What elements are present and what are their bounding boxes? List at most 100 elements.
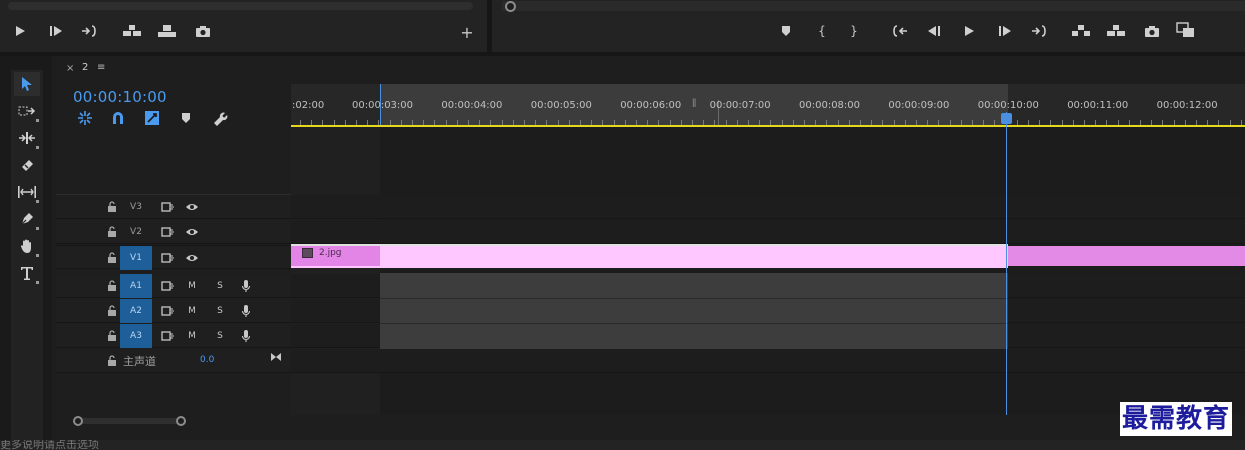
clip-continuation[interactable] xyxy=(1008,246,1245,266)
source-step-forward-button[interactable] xyxy=(45,21,67,41)
panel-menu-icon[interactable]: ≡ xyxy=(97,62,105,73)
track-header-a2[interactable]: A2 M S xyxy=(56,299,291,323)
playhead-line[interactable] xyxy=(1006,112,1007,415)
go-to-end-button[interactable] xyxy=(270,352,282,365)
play-button[interactable] xyxy=(958,21,980,41)
track-name[interactable]: A3 xyxy=(120,324,152,348)
add-marker-button[interactable] xyxy=(775,21,797,41)
hand-tool[interactable] xyxy=(14,234,40,258)
lift-button[interactable] xyxy=(1070,21,1092,41)
mute-button[interactable]: M xyxy=(184,299,200,323)
source-play-button[interactable] xyxy=(9,21,31,41)
source-scrollbar[interactable] xyxy=(8,2,473,10)
program-playhead-handle[interactable] xyxy=(505,1,516,12)
work-area-grip-icon[interactable]: ǁ xyxy=(692,98,696,108)
solo-button[interactable]: S xyxy=(212,299,228,323)
video-clip[interactable] xyxy=(291,244,1008,268)
linked-selection-button[interactable] xyxy=(143,109,161,127)
magnet-icon xyxy=(113,112,123,124)
sync-lock-button[interactable] xyxy=(158,299,178,323)
source-export-frame-button[interactable] xyxy=(192,21,214,41)
timeline-horizontal-scroll[interactable] xyxy=(76,416,1245,426)
source-insert-button[interactable] xyxy=(121,21,143,41)
track-name[interactable]: V2 xyxy=(120,220,152,244)
lock-icon[interactable] xyxy=(106,279,118,293)
selection-tool[interactable] xyxy=(14,72,40,96)
pen-tool[interactable] xyxy=(14,207,40,231)
master-volume-value[interactable]: 0.0 xyxy=(200,355,214,365)
voiceover-button[interactable] xyxy=(238,324,254,348)
sync-lock-icon xyxy=(161,227,174,237)
mute-button[interactable]: M xyxy=(184,324,200,348)
step-forward-button[interactable] xyxy=(994,21,1016,41)
lane-v2[interactable] xyxy=(291,220,1245,244)
sync-lock-button[interactable] xyxy=(158,220,178,244)
sequence-tab[interactable]: 2 xyxy=(82,62,88,73)
sync-lock-button[interactable] xyxy=(158,195,178,219)
zoom-handle-left[interactable] xyxy=(73,416,83,426)
go-to-out-button[interactable] xyxy=(1028,21,1050,41)
track-select-tool[interactable] xyxy=(14,99,40,123)
source-go-to-out-button[interactable] xyxy=(78,21,100,41)
timeline-settings-button[interactable] xyxy=(211,109,229,127)
source-overwrite-button[interactable] xyxy=(156,21,178,41)
razor-tool[interactable] xyxy=(14,153,40,177)
voiceover-button[interactable] xyxy=(238,274,254,298)
solo-button[interactable]: S xyxy=(212,324,228,348)
track-header-a3[interactable]: A3 M S xyxy=(56,324,291,348)
nest-icon xyxy=(78,111,92,125)
toggle-output-button[interactable] xyxy=(182,246,202,270)
export-frame-button[interactable] xyxy=(1141,21,1163,41)
lock-icon[interactable] xyxy=(106,304,118,318)
sync-lock-button[interactable] xyxy=(158,274,178,298)
track-header-v1[interactable]: V1 xyxy=(56,245,291,270)
lock-icon[interactable] xyxy=(106,251,118,265)
snap-button[interactable] xyxy=(109,109,127,127)
track-header-v3[interactable]: V3 xyxy=(56,195,291,219)
zoom-scroll-bar[interactable] xyxy=(78,418,182,424)
ruler-label: 00:00:07:00 xyxy=(709,100,771,111)
lock-icon[interactable] xyxy=(106,225,118,239)
lock-icon[interactable] xyxy=(106,200,118,214)
voiceover-button[interactable] xyxy=(238,299,254,323)
track-header-master[interactable]: 主声道 0.0 xyxy=(56,349,291,373)
slip-tool[interactable] xyxy=(14,180,40,204)
compare-view-button[interactable] xyxy=(1175,20,1197,40)
mark-in-button[interactable]: { xyxy=(811,21,833,41)
solo-button[interactable]: S xyxy=(212,274,228,298)
zoom-handle-right[interactable] xyxy=(176,416,186,426)
mark-out-button[interactable]: } xyxy=(843,21,865,41)
lock-icon[interactable] xyxy=(106,354,118,368)
track-name[interactable]: A1 xyxy=(120,274,152,298)
playhead-timecode[interactable]: 00:00:10:00 xyxy=(73,88,167,106)
add-marker-timeline-button[interactable] xyxy=(177,109,195,127)
track-name[interactable]: A2 xyxy=(120,299,152,323)
sync-lock-button[interactable] xyxy=(158,246,178,270)
add-button[interactable]: + xyxy=(456,22,478,42)
extract-icon xyxy=(1107,25,1125,36)
sync-lock-icon xyxy=(161,202,174,212)
ripple-edit-tool[interactable] xyxy=(14,126,40,150)
program-scrollbar[interactable] xyxy=(502,1,1245,11)
playhead-handle[interactable] xyxy=(1001,113,1012,124)
track-header-v2[interactable]: V2 xyxy=(56,220,291,244)
camera-icon xyxy=(1145,25,1159,37)
toggle-output-button[interactable] xyxy=(182,195,202,219)
track-name[interactable]: V1 xyxy=(120,246,152,270)
lane-v3[interactable] xyxy=(291,195,1245,219)
close-tab-icon[interactable]: × xyxy=(66,63,74,74)
ruler-label: 00:00:03:00 xyxy=(352,100,414,111)
toggle-output-button[interactable] xyxy=(182,220,202,244)
track-name[interactable]: V3 xyxy=(120,195,152,219)
sync-lock-button[interactable] xyxy=(158,324,178,348)
mute-button[interactable]: M xyxy=(184,274,200,298)
step-back-button[interactable] xyxy=(923,21,945,41)
go-to-in-button[interactable] xyxy=(889,21,911,41)
lock-icon[interactable] xyxy=(106,329,118,343)
eye-icon xyxy=(186,255,198,261)
extract-button[interactable] xyxy=(1105,21,1127,41)
mark-out-icon: } xyxy=(850,24,858,38)
type-tool[interactable] xyxy=(14,261,40,285)
nest-toggle-button[interactable] xyxy=(76,109,94,127)
track-header-a1[interactable]: A1 M S xyxy=(56,274,291,298)
